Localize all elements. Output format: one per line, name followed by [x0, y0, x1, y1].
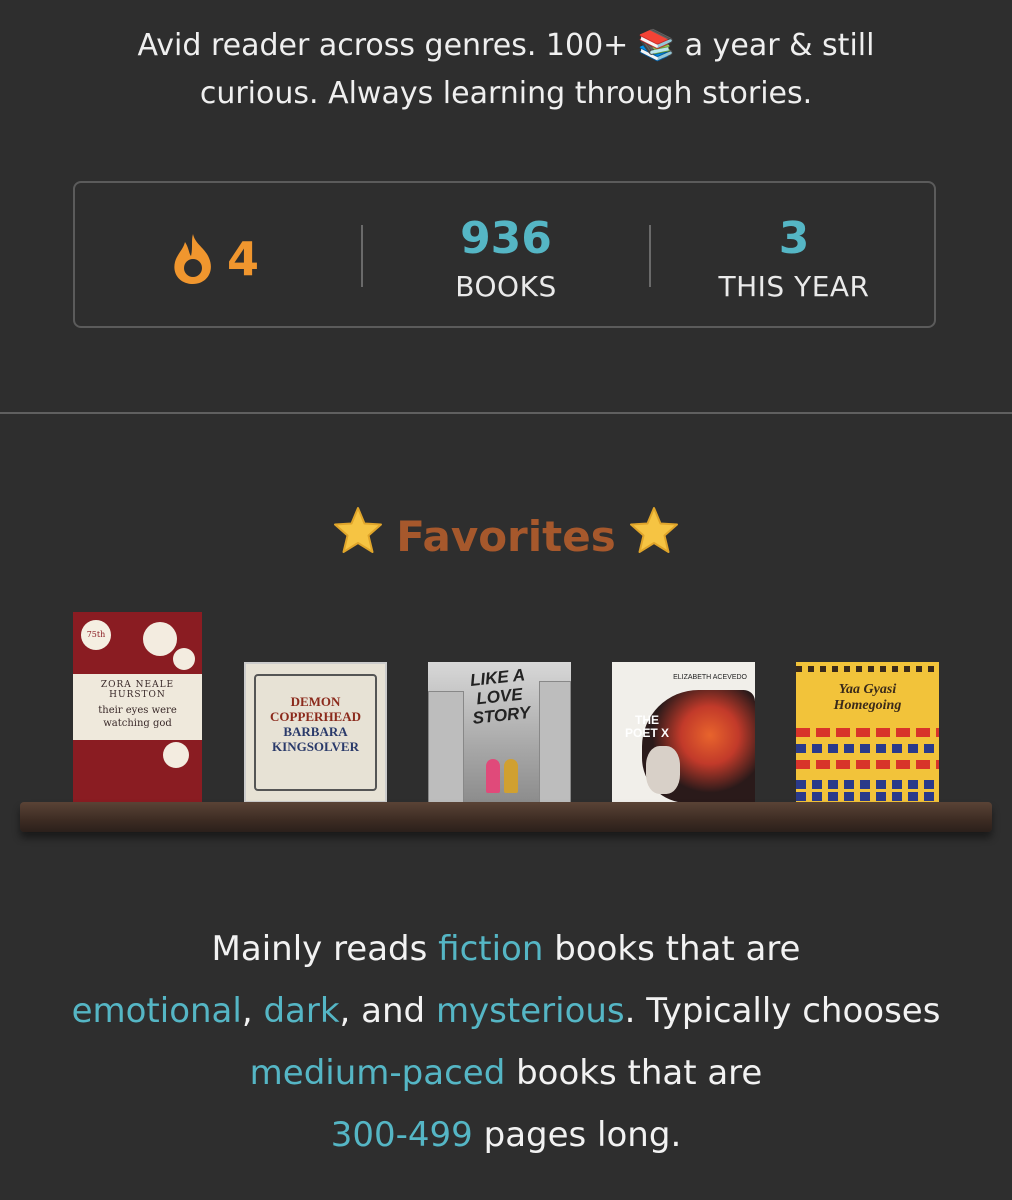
- flower-decoration: [173, 648, 195, 670]
- books-label: BOOKS: [455, 270, 557, 303]
- cover-title: Yaa Gyasi Homegoing: [796, 682, 939, 714]
- cover-author-line: Yaa Gyasi: [838, 682, 897, 697]
- bio-line1-a: Avid reader across genres. 100+: [137, 28, 638, 63]
- cover-title-line: watching god: [103, 718, 172, 729]
- reading-summary: Mainly reads fiction books that are emot…: [60, 918, 952, 1166]
- stats-card: 4 936 BOOKS 3 THIS YEAR: [73, 181, 936, 328]
- bookshelf: [20, 802, 992, 832]
- book-cover-3[interactable]: LIKE A LOVE STORY: [428, 662, 571, 803]
- summary-text: . Typically chooses: [624, 991, 941, 1031]
- summary-text: books that are: [505, 1053, 763, 1093]
- anniversary-badge: 75th: [81, 620, 111, 650]
- figure-graphic: [504, 759, 518, 793]
- cover-author-line: KINGSOLVER: [272, 739, 359, 754]
- this-year-stat[interactable]: 3 THIS YEAR: [664, 213, 924, 309]
- books-count: 936: [460, 213, 552, 264]
- summary-text: pages long.: [472, 1115, 682, 1155]
- cover-title-line: DEMON: [290, 694, 341, 709]
- stats-divider: [649, 225, 651, 287]
- favorites-title: Favorites: [396, 512, 616, 561]
- cover-title-line: POET X: [624, 726, 669, 740]
- book-cover-2[interactable]: DEMON COPPERHEAD BARBARA KINGSOLVER: [244, 662, 387, 803]
- genre-tag[interactable]: fiction: [438, 929, 543, 969]
- length-tag[interactable]: 300-499: [331, 1115, 473, 1155]
- summary-text: Mainly reads: [211, 929, 439, 969]
- cover-title: DEMON COPPERHEAD BARBARA KINGSOLVER: [246, 694, 385, 754]
- stats-divider: [361, 225, 363, 287]
- profile-bio: Avid reader across genres. 100+ 📚 a year…: [40, 22, 972, 118]
- pattern-band: [796, 744, 939, 753]
- pattern-band: [796, 792, 939, 801]
- books-emoji-icon: 📚: [637, 28, 676, 63]
- mood-tag[interactable]: mysterious: [436, 991, 625, 1031]
- cover-title: their eyes were watching god: [73, 704, 202, 730]
- pattern-band: [796, 760, 939, 769]
- mood-tag[interactable]: dark: [263, 991, 339, 1031]
- summary-text: , and: [339, 991, 436, 1031]
- streak-value: 4: [227, 232, 260, 286]
- summary-text: books that are: [543, 929, 801, 969]
- figure-graphic: [486, 759, 500, 793]
- flower-decoration: [163, 742, 189, 768]
- book-cover-4[interactable]: ELIZABETH ACEVEDO THE POET X: [612, 662, 755, 803]
- mood-tag[interactable]: emotional: [72, 991, 242, 1031]
- pattern-band: [796, 666, 939, 672]
- pattern-band: [796, 780, 939, 789]
- cover-title-line: Homegoing: [833, 698, 902, 713]
- bio-line1-b: a year & still: [675, 28, 875, 63]
- pace-tag[interactable]: medium-paced: [250, 1053, 506, 1093]
- this-year-label: THIS YEAR: [718, 270, 870, 303]
- book-cover-1[interactable]: 75th ZORA NEALE HURSTON their eyes were …: [73, 612, 202, 803]
- summary-text: ,: [241, 991, 264, 1031]
- cover-author: ZORA NEALE HURSTON: [100, 680, 175, 700]
- flame-icon: [169, 232, 217, 286]
- cover-title-line: their eyes were: [98, 705, 177, 716]
- this-year-count: 3: [778, 213, 810, 264]
- face-graphic: [646, 746, 680, 794]
- book-cover-5[interactable]: Yaa Gyasi Homegoing: [796, 662, 939, 803]
- cover-title-line: THE: [635, 713, 659, 727]
- streak-stat[interactable]: 4: [169, 229, 259, 289]
- cover-author-line: BARBARA: [283, 724, 348, 739]
- favorites-heading: Favorites: [0, 505, 1012, 567]
- books-stat[interactable]: 936 BOOKS: [376, 213, 636, 309]
- bio-line2: curious. Always learning through stories…: [199, 76, 813, 111]
- section-divider: [0, 412, 1012, 414]
- cover-author: ELIZABETH ACEVEDO: [673, 674, 747, 681]
- cover-title: THE POET X: [612, 714, 682, 740]
- flower-decoration: [143, 622, 177, 656]
- star-icon: [334, 507, 383, 553]
- cover-title-line: COPPERHEAD: [270, 709, 361, 724]
- star-icon: [629, 507, 678, 553]
- pattern-band: [796, 728, 939, 737]
